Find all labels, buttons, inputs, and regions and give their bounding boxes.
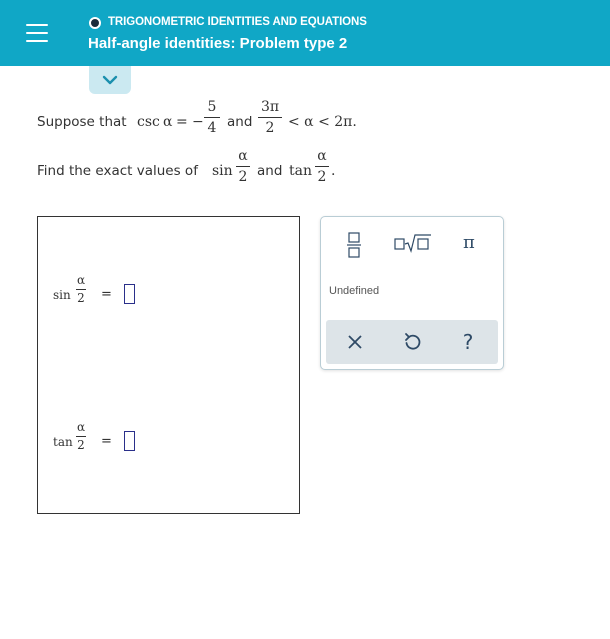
answer-fraction: α 2	[76, 273, 86, 306]
palette-action-bar: ?	[326, 320, 498, 364]
sin-function: sin	[212, 163, 233, 179]
half-alpha-fraction: α 2	[236, 148, 250, 186]
progress-status-icon	[89, 17, 101, 29]
menu-icon[interactable]	[26, 24, 48, 42]
undo-button[interactable]	[398, 328, 426, 356]
tan-half-answer-row: tan α 2 =	[53, 418, 173, 468]
fraction-numerator: α	[238, 148, 248, 164]
csc-value-fraction: 5 4	[204, 99, 220, 137]
fraction-numerator: 5	[207, 99, 217, 115]
fraction-numerator: α	[76, 420, 86, 434]
fraction-icon	[347, 232, 361, 258]
fraction-bar	[236, 166, 250, 167]
fraction-numerator: α	[317, 148, 327, 164]
question-text: Find the exact values of	[37, 163, 198, 179]
range-lower-fraction: 3π 2	[258, 99, 282, 137]
square-root-icon	[394, 234, 431, 254]
square-root-template-button[interactable]	[393, 232, 433, 254]
fraction-denominator: 2	[317, 169, 327, 185]
undefined-button[interactable]: Undefined	[329, 285, 379, 297]
fraction-numerator: α	[76, 273, 86, 287]
fraction-numerator: 3π	[260, 99, 280, 115]
sin-answer-input[interactable]	[124, 284, 135, 304]
period: .	[331, 163, 336, 179]
fraction-bar	[204, 117, 220, 118]
fraction-denominator: 2	[265, 120, 275, 136]
equals-sign: =	[101, 434, 112, 449]
tan-function: tan	[289, 163, 312, 179]
fraction-denominator: 2	[77, 438, 85, 452]
clear-button[interactable]	[341, 328, 369, 356]
answer-function-label: sin	[53, 288, 71, 302]
answer-box: sin α 2 = tan α 2 =	[37, 216, 300, 514]
csc-function: csc	[137, 114, 160, 130]
sin-half-answer-row: sin α 2 =	[53, 271, 173, 321]
help-button[interactable]: ?	[454, 328, 482, 356]
topic-label: TRIGONOMETRIC IDENTITIES AND EQUATIONS	[108, 16, 367, 28]
and-text: and	[227, 114, 253, 130]
and-text: and	[257, 163, 283, 179]
answer-function-label: tan	[53, 435, 73, 449]
math-palette: π Undefined ?	[320, 216, 504, 370]
fraction-bar	[258, 117, 282, 118]
problem-intro-text: Suppose that	[37, 114, 127, 130]
top-bar: TRIGONOMETRIC IDENTITIES AND EQUATIONS H…	[0, 0, 610, 66]
chevron-down-icon	[102, 75, 118, 85]
fraction-denominator: 2	[77, 291, 85, 305]
half-alpha-fraction: α 2	[315, 148, 329, 186]
close-icon	[348, 335, 362, 349]
tan-answer-input[interactable]	[124, 431, 135, 451]
fraction-denominator: 2	[238, 169, 248, 185]
fraction-template-button[interactable]	[343, 231, 365, 259]
minus-sign: −	[192, 114, 204, 130]
fraction-bar	[76, 289, 86, 290]
undo-icon	[405, 333, 421, 350]
equals-sign: =	[101, 287, 112, 302]
fraction-denominator: 4	[207, 120, 217, 136]
pi-button[interactable]: π	[463, 233, 483, 255]
equals-sign: =	[176, 114, 188, 130]
page-title: Half-angle identities: Problem type 2	[88, 35, 348, 52]
fraction-bar	[315, 166, 329, 167]
answer-fraction: α 2	[76, 420, 86, 453]
collapse-header-button[interactable]	[89, 66, 131, 94]
fraction-bar	[76, 436, 86, 437]
range-inequality: < α < 2π.	[288, 114, 357, 130]
alpha-symbol: α	[163, 114, 173, 130]
